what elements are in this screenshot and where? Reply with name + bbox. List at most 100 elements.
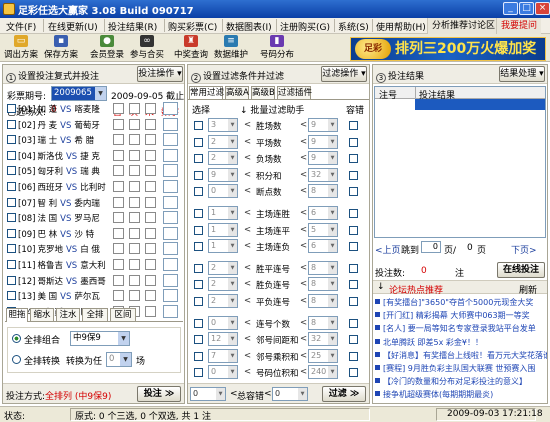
match-checkbox[interactable] [7,104,16,113]
filter-button[interactable]: 过滤 ≫ [322,386,366,402]
pick-number-input[interactable] [163,148,178,162]
prev-page-link[interactable]: <上页 [375,243,401,256]
pick-number-input[interactable] [163,289,178,303]
pick-number-input[interactable] [163,195,178,209]
filter-enable-checkbox[interactable] [194,318,203,328]
result-grid[interactable]: 注号 投注结果 [374,86,546,238]
filter-max-spinner[interactable]: 240 ▼ [308,365,338,380]
tab-range[interactable]: 区间 [110,308,136,321]
join-group-buy-button[interactable]: ∞ 参与合买 [128,35,166,61]
pick-number-input[interactable] [163,211,178,225]
filter-max-spinner[interactable]: 8 ▼ [308,260,338,275]
full-combo-radio[interactable] [12,334,21,343]
filter-min-spinner[interactable]: 2 ▼ [208,151,238,166]
pick-first-box[interactable] [113,134,124,146]
load-plan-button[interactable]: ▭ 调出方案 [2,35,40,61]
filter-max-spinner[interactable]: 32 ▼ [308,167,338,182]
pick-number-input[interactable] [163,226,178,240]
filter-tolerance-checkbox[interactable] [349,263,358,273]
tab-full[interactable]: 全排 [82,308,108,321]
filter-tolerance-checkbox[interactable] [349,225,358,235]
menu-register[interactable]: 注册购买(G) [280,20,330,33]
filter-max-spinner[interactable]: 8 ▼ [308,277,338,292]
pick-number-input[interactable] [163,133,178,147]
filter-max-spinner[interactable]: 25 ▼ [308,348,338,363]
guarantee-select[interactable]: 中9保9 ▼ [70,331,130,346]
close-button[interactable]: × [535,2,550,15]
pick-first-box[interactable] [113,259,124,270]
pick-second-box[interactable] [129,243,140,255]
match-checkbox[interactable] [7,166,16,176]
pick-second-box[interactable] [129,259,140,270]
filter-tolerance-checkbox[interactable] [349,280,358,290]
menu-system[interactable]: 系统(S) [338,20,369,33]
filter-enable-checkbox[interactable] [194,297,203,306]
pick-last-box[interactable] [145,305,156,317]
news-refresh-link[interactable]: 刷新 [519,283,537,296]
pick-first-box[interactable] [113,212,124,224]
pick-last-box[interactable] [145,227,156,239]
tab-inject[interactable]: 注水 [56,308,80,321]
menu-results[interactable]: 投注结果(R) [108,20,157,33]
prize-query-button[interactable]: ♜ 中奖查询 [172,35,210,61]
menu-ask-link[interactable]: 我要提问 [496,18,542,34]
minimize-button[interactable]: _ [503,2,518,15]
batch-helper-header[interactable]: ↓ 批量过滤助手 [240,103,304,116]
news-item[interactable]: 【好消息】有奖擂台上线啦！看万元大奖花落谁 [375,350,547,361]
tab-advanced-b[interactable]: 高级B [251,86,275,99]
pick-second-box[interactable] [129,290,140,302]
pick-last-box[interactable] [145,274,156,286]
pick-last-box[interactable] [145,212,156,224]
pick-first-box[interactable] [113,290,124,302]
filter-tolerance-checkbox[interactable] [349,137,358,147]
match-checkbox[interactable] [7,150,16,160]
filter-min-spinner[interactable]: 9 ▼ [208,167,238,182]
filter-tolerance-checkbox[interactable] [349,351,358,361]
pick-second-box[interactable] [129,227,140,239]
promo-banner[interactable]: 足彩 排列三200万火爆加奖 [350,37,546,61]
pick-first-box[interactable] [113,181,124,192]
page-input[interactable]: 0 [421,241,441,253]
filter-max-spinner[interactable]: 9 ▼ [308,118,338,132]
pick-last-box[interactable] [145,196,156,208]
pick-last-box[interactable] [145,290,156,302]
match-checkbox[interactable] [7,197,16,207]
number-distribution-button[interactable]: ▮ 号码分布 [256,35,298,61]
filter-enable-checkbox[interactable] [194,263,203,273]
filter-max-spinner[interactable]: 8 ▼ [308,315,338,330]
filter-min-spinner[interactable]: 2 ▼ [208,277,238,292]
filter-max-spinner[interactable]: 9 ▼ [308,151,338,166]
filter-enable-checkbox[interactable] [194,137,203,147]
filter-enable-checkbox[interactable] [194,280,203,290]
pick-second-box[interactable] [129,149,140,161]
member-login-button[interactable]: ● 会员登录 [88,35,126,61]
pick-number-input[interactable] [163,242,178,256]
filter-min-spinner[interactable]: 2 ▼ [208,294,238,308]
full-convert-radio[interactable] [12,355,21,364]
pick-last-box[interactable] [145,118,156,130]
pick-number-input[interactable] [163,164,178,178]
pick-first-box[interactable] [113,165,124,177]
filter-min-spinner[interactable]: 0 ▼ [208,315,238,330]
menu-file[interactable]: 文件(F) [6,20,36,33]
pick-first-box[interactable] [113,118,124,130]
pick-second-box[interactable] [129,118,140,130]
pick-first-box[interactable] [113,196,124,208]
filter-max-spinner[interactable]: 9 ▼ [308,134,338,149]
filter-tolerance-checkbox[interactable] [349,242,358,252]
match-checkbox[interactable] [7,260,16,269]
filter-enable-checkbox[interactable] [194,154,203,164]
pick-last-box[interactable] [145,134,156,146]
tab-dantuo[interactable]: 胆拖 [6,308,28,322]
filter-max-spinner[interactable]: 6 ▼ [308,239,338,254]
menu-help[interactable]: 使用帮助(H) [376,20,426,33]
filter-min-spinner[interactable]: 3 ▼ [208,118,238,132]
pick-first-box[interactable] [113,274,124,286]
match-checkbox[interactable] [7,228,16,238]
pick-number-input[interactable] [163,258,178,271]
match-checkbox[interactable] [7,182,16,191]
selected-cell[interactable] [415,99,545,110]
filter-tolerance-checkbox[interactable] [349,187,358,197]
filter-tolerance-checkbox[interactable] [349,209,358,218]
pick-last-box[interactable] [145,259,156,270]
